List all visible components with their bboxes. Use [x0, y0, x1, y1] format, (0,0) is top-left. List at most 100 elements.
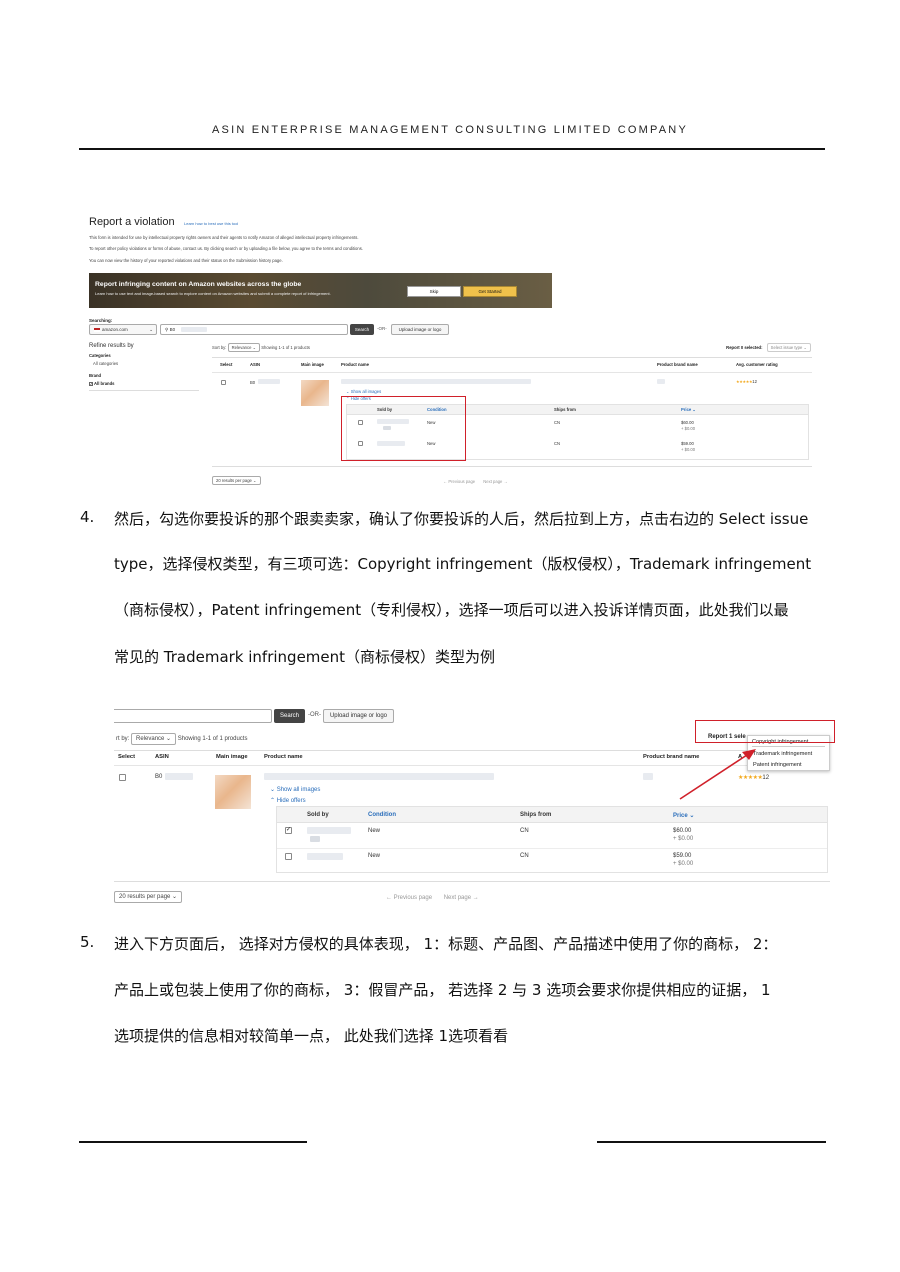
step-line: type，选择侵权类型，有三项可选：Copyright infringement…	[114, 555, 812, 573]
upload-image-button[interactable]: Upload image or logo	[323, 709, 394, 723]
step-line: 然后，勾选你要投诉的那个跟卖卖家，确认了你要投诉的人后，然后拉到上方，点击右边的…	[114, 510, 809, 528]
promo-banner: Report infringing content on Amazon webs…	[89, 273, 552, 308]
col-brand-name: Product brand name	[657, 362, 698, 367]
offer-price: $59.00	[681, 441, 694, 446]
sort-value: Relevance	[231, 345, 252, 350]
col-sold-by: Sold by	[307, 812, 329, 818]
col-rating: Avg. customer rating	[736, 362, 778, 367]
previous-page-link[interactable]: ← Previous page	[386, 895, 432, 901]
col-price[interactable]: Price ⌄	[681, 407, 696, 412]
chevron-down-icon: ⌄	[803, 345, 807, 350]
col-select: Select	[118, 754, 136, 760]
col-select: Select	[220, 362, 233, 367]
header-rule	[79, 148, 825, 150]
search-button[interactable]: Search	[274, 709, 305, 723]
offer-ships-from: CN	[554, 441, 561, 446]
help-link[interactable]: Learn how to best use this tool	[184, 221, 238, 226]
redacted-brand	[643, 773, 653, 780]
step-number: 5.	[80, 933, 95, 951]
intro-line-1: This form is intended for use by intelle…	[89, 235, 359, 240]
banner-title: Report infringing content on Amazon webs…	[95, 281, 302, 288]
categories-value[interactable]: All categories	[89, 361, 199, 366]
step-5: 5. 进入下方页面后， 选择对方侵权的具体表现， 1：标题、产品图、产品描述中使…	[80, 933, 825, 1045]
offer-shipping: + $0.00	[681, 447, 696, 452]
report-selected-label: Report 0 selected:	[726, 345, 763, 350]
asin-value: B0	[155, 774, 163, 780]
step-line: 选项提供的信息相对较简单一点， 此处我们选择 1选项看看	[114, 1027, 509, 1045]
sort-value: Relevance	[136, 736, 165, 742]
check-icon: ✓	[89, 382, 93, 386]
upload-image-button[interactable]: Upload image or logo	[391, 324, 449, 335]
searching-label: Searching:	[89, 318, 113, 323]
step-line: 进入下方页面后， 选择对方侵权的具体表现， 1：标题、产品图、产品描述中使用了你…	[114, 935, 778, 953]
brand-filter[interactable]: ✓ All brands	[89, 381, 199, 386]
get-started-button[interactable]: Get Started	[463, 286, 517, 297]
refine-sidebar: Refine results by Categories All categor…	[89, 343, 199, 391]
per-page-select[interactable]: 20 results per page ⌄	[212, 476, 261, 485]
next-page-link[interactable]: Next page →	[483, 479, 507, 484]
asin-value: B0	[250, 380, 256, 385]
search-icon: ⚲	[165, 327, 169, 332]
chevron-down-icon: ⌄	[166, 736, 172, 742]
col-main-image: Main image	[301, 362, 324, 367]
offer-checkbox-checked[interactable]: ✓	[285, 827, 292, 834]
col-price[interactable]: Price ⌄	[673, 812, 694, 819]
step-line: （商标侵权），Patent infringement（专利侵权），选择一项后可以…	[114, 601, 789, 619]
search-input[interactable]	[114, 709, 272, 723]
previous-page-link[interactable]: ← Previous page	[443, 479, 475, 484]
show-all-images-link[interactable]: ⌄ Show all images	[346, 389, 381, 394]
redacted-asin	[165, 773, 193, 780]
redacted-seller	[307, 827, 351, 834]
search-input[interactable]: ⚲ B0	[160, 324, 348, 335]
row-checkbox[interactable]	[119, 774, 126, 781]
step-4: 4. 然后，勾选你要投诉的那个跟卖卖家，确认了你要投诉的人后，然后拉到上方，点击…	[80, 508, 825, 668]
col-asin: ASIN	[250, 362, 261, 367]
banner-subtitle: Learn how to use text and image-based se…	[95, 291, 331, 296]
offer-checkbox[interactable]	[285, 853, 292, 860]
intro-line-3: You can now view the history of your rep…	[89, 258, 283, 263]
marketplace-select[interactable]: amazon.com ⌄	[89, 324, 157, 335]
offer-divider	[277, 848, 827, 849]
offer-shipping: + $0.00	[673, 861, 694, 867]
step-line: 常见的 Trademark infringement（商标侵权）类型为例	[114, 648, 496, 666]
hide-offers-link[interactable]: ⌃ Hide offers	[270, 797, 306, 804]
offer-shipping: + $0.00	[673, 836, 694, 842]
issue-type-select[interactable]: Select issue type ⌄	[766, 343, 811, 352]
flag-icon	[94, 327, 100, 332]
pagination: ← Previous page Next page →	[443, 479, 508, 484]
col-ships-from: Ships from	[554, 407, 576, 412]
col-price-label: Price	[673, 813, 688, 819]
sort-select[interactable]: Relevance ⌄	[227, 343, 261, 352]
offer-shipping: + $0.00	[681, 426, 696, 431]
col-ships-from: Ships from	[520, 812, 552, 818]
row-checkbox[interactable]	[221, 380, 226, 385]
redacted-seller	[307, 853, 343, 860]
chevron-down-icon: ⌄	[252, 345, 257, 350]
results-count: Showing 1-1 of 1 products	[177, 736, 248, 742]
page-title: Report a violation	[89, 216, 175, 228]
search-query: B0	[169, 327, 176, 332]
sort-select[interactable]: Relevance ⌄	[131, 733, 177, 745]
redacted-seller	[310, 836, 320, 842]
footer-rule-right	[597, 1141, 826, 1143]
chevron-down-icon: ⌄	[172, 894, 178, 900]
issue-placeholder: Select issue type	[770, 345, 803, 350]
brand-value: All brands	[94, 381, 115, 386]
offer-price: $59.00	[673, 853, 692, 859]
next-page-link[interactable]: Next page →	[444, 895, 479, 901]
per-page-select[interactable]: 20 results per page ⌄	[114, 891, 183, 903]
sort-row: Sort by: Relevance ⌄ Showing 1-1 of 1 pr…	[212, 343, 310, 352]
redacted-brand	[657, 379, 665, 384]
step-line: 产品上或包装上使用了你的商标， 3：假冒产品， 若选择 2 与 3 选项会要求你…	[114, 981, 771, 999]
pagination: ← Previous page Next page →	[386, 895, 479, 901]
header-divider	[212, 372, 812, 373]
results-table: Select ASIN Main image Product name Prod…	[212, 357, 812, 467]
intro-line-2: To report other policy violations or for…	[89, 246, 363, 251]
sort-label: Sort by:	[212, 345, 227, 350]
show-all-images-link[interactable]: ⌄ Show all images	[270, 786, 320, 793]
or-label: -OR-	[377, 326, 387, 331]
skip-button[interactable]: Skip	[407, 286, 461, 297]
col-condition[interactable]: Condition	[368, 812, 396, 818]
offer-condition: New	[368, 853, 381, 859]
search-button[interactable]: Search	[350, 324, 374, 335]
